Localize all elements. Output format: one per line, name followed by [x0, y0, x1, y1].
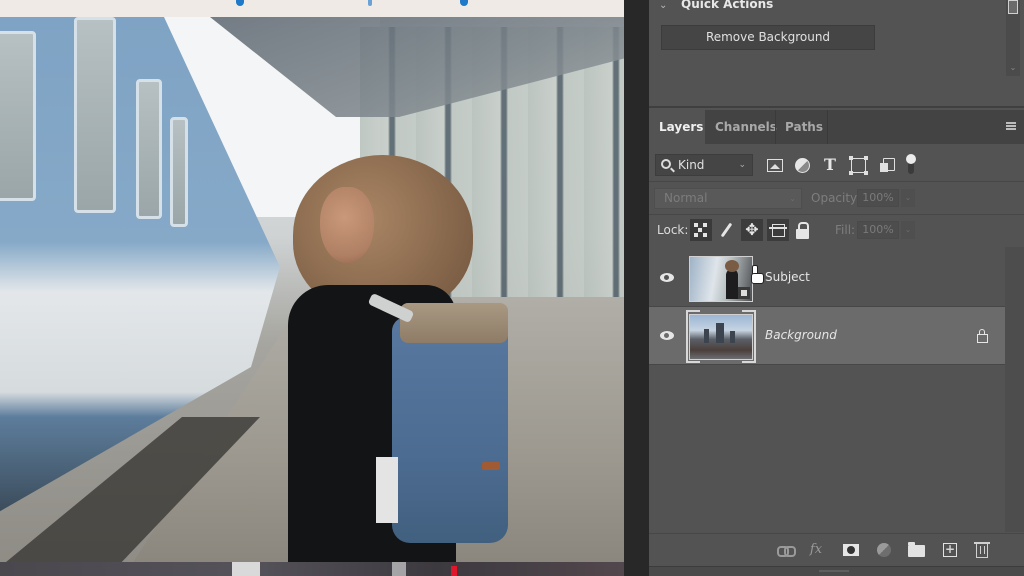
tab-separator [827, 110, 828, 144]
opacity-slider-toggle[interactable]: ⌄ [901, 189, 915, 207]
layers-panel-tabs: Layers Channels Paths [649, 110, 1024, 144]
tab-paths[interactable]: Paths [775, 110, 827, 144]
layers-list: Subject Background [649, 247, 1005, 532]
train-window [74, 17, 116, 213]
paint-speck [451, 566, 457, 576]
delete-layer-icon[interactable] [974, 542, 990, 558]
type-layer-filter-icon[interactable]: T [821, 156, 839, 174]
lock-position-icon[interactable]: ✥ [741, 219, 763, 241]
lock-image-pixels-icon[interactable] [716, 219, 738, 241]
properties-quick-actions-section: ⌄ Quick Actions Remove Background ⌄ [649, 0, 1024, 108]
lock-artboard-icon[interactable] [767, 219, 789, 241]
new-layer-icon[interactable]: + [943, 543, 957, 557]
layer-row-subject[interactable]: Subject [649, 249, 1005, 307]
lock-transparent-pixels-icon[interactable] [690, 219, 712, 241]
quick-actions-header[interactable]: ⌄ Quick Actions [659, 0, 773, 11]
train-window [0, 31, 36, 201]
chevron-down-icon: ⌄ [789, 194, 796, 203]
canvas-top-edge [0, 0, 624, 17]
selected-thumbnail-frame [686, 310, 756, 363]
add-mask-icon[interactable] [843, 544, 859, 556]
hand-cursor-icon [749, 265, 764, 284]
photo-backpack [392, 317, 508, 543]
layer-name[interactable]: Subject [765, 270, 810, 284]
opacity-label: Opacity: [811, 191, 861, 205]
chevron-down-icon: ⌄ [738, 160, 746, 170]
layer-row-background[interactable]: Background [649, 307, 1005, 365]
visibility-eye-icon[interactable] [660, 331, 674, 340]
collapse-chevron-icon[interactable]: ⌄ [659, 0, 673, 11]
scroll-down-icon[interactable]: ⌄ [1006, 63, 1020, 72]
tab-layers[interactable]: Layers [649, 110, 705, 144]
paint-speck [460, 0, 468, 6]
photo-backpack-flap [400, 303, 508, 343]
panel-resize-grip[interactable] [649, 566, 1024, 576]
smart-object-badge-icon [738, 287, 750, 299]
pixel-layer-filter-icon[interactable] [767, 159, 783, 172]
photo-backpack-strap [376, 457, 398, 523]
layers-panel-footer: fx + [649, 533, 1024, 565]
document-canvas[interactable] [0, 0, 624, 576]
opacity-input[interactable]: 100% [857, 189, 899, 207]
search-icon [661, 159, 671, 169]
fx-icon[interactable]: fx [808, 542, 824, 558]
workspace-divider [624, 0, 649, 576]
adjustment-layer-icon[interactable] [877, 543, 891, 557]
grip-handle[interactable] [819, 570, 849, 572]
lock-all-icon[interactable] [792, 219, 814, 241]
layer-filter-bar: Kind ⌄ T [649, 148, 1024, 182]
blend-mode-dropdown[interactable]: Normal ⌄ [654, 188, 802, 209]
canvas-bottom-edge [0, 562, 624, 576]
lock-options-row: Lock: ✥ Fill: 100% ⌄ [649, 215, 1024, 247]
photo-backpack-tag [482, 462, 500, 470]
layers-scrollbar[interactable] [1005, 247, 1024, 532]
toggle-knob [906, 154, 916, 164]
fill-slider-toggle[interactable]: ⌄ [901, 221, 915, 239]
layer-locked-icon[interactable] [977, 329, 989, 343]
filter-kind-label: Kind [678, 158, 705, 172]
train-window [170, 117, 188, 227]
paint-speck [232, 562, 260, 576]
layer-thumbnail-subject[interactable] [689, 256, 753, 302]
fill-input[interactable]: 100% [857, 221, 899, 239]
scrollbar-thumb[interactable] [1008, 0, 1018, 14]
smart-object-filter-icon[interactable] [880, 158, 895, 173]
visibility-eye-icon[interactable] [660, 273, 674, 282]
lock-label: Lock: [657, 223, 689, 237]
properties-scrollbar[interactable]: ⌄ [1006, 0, 1020, 76]
right-panel-dock: ⌄ Quick Actions Remove Background ⌄ Layer… [649, 0, 1024, 576]
photo-subject-face [320, 187, 374, 263]
paint-speck [368, 0, 372, 6]
adjustment-layer-filter-icon[interactable] [795, 158, 810, 173]
remove-background-button[interactable]: Remove Background [661, 25, 875, 50]
train-window [136, 79, 162, 219]
filter-kind-dropdown[interactable]: Kind ⌄ [655, 154, 753, 176]
paint-speck [236, 0, 244, 6]
canvas-photo[interactable] [0, 17, 624, 562]
paint-speck [392, 562, 406, 576]
photoshop-window: ⌄ Quick Actions Remove Background ⌄ Layer… [0, 0, 1024, 576]
quick-actions-title: Quick Actions [681, 0, 774, 11]
group-folder-icon[interactable] [908, 542, 925, 557]
blend-options-row: Normal ⌄ Opacity: 100% ⌄ [649, 183, 1024, 215]
link-layers-icon[interactable] [777, 542, 796, 558]
fill-label: Fill: [835, 223, 856, 237]
thumbnail-figure [725, 260, 739, 299]
layer-name[interactable]: Background [765, 328, 837, 342]
shape-layer-filter-icon[interactable] [849, 156, 868, 175]
tab-channels[interactable]: Channels [705, 110, 779, 144]
panel-menu-icon[interactable] [1006, 122, 1016, 130]
filter-toggle-switch[interactable] [906, 154, 916, 174]
blend-mode-value: Normal [664, 191, 708, 205]
